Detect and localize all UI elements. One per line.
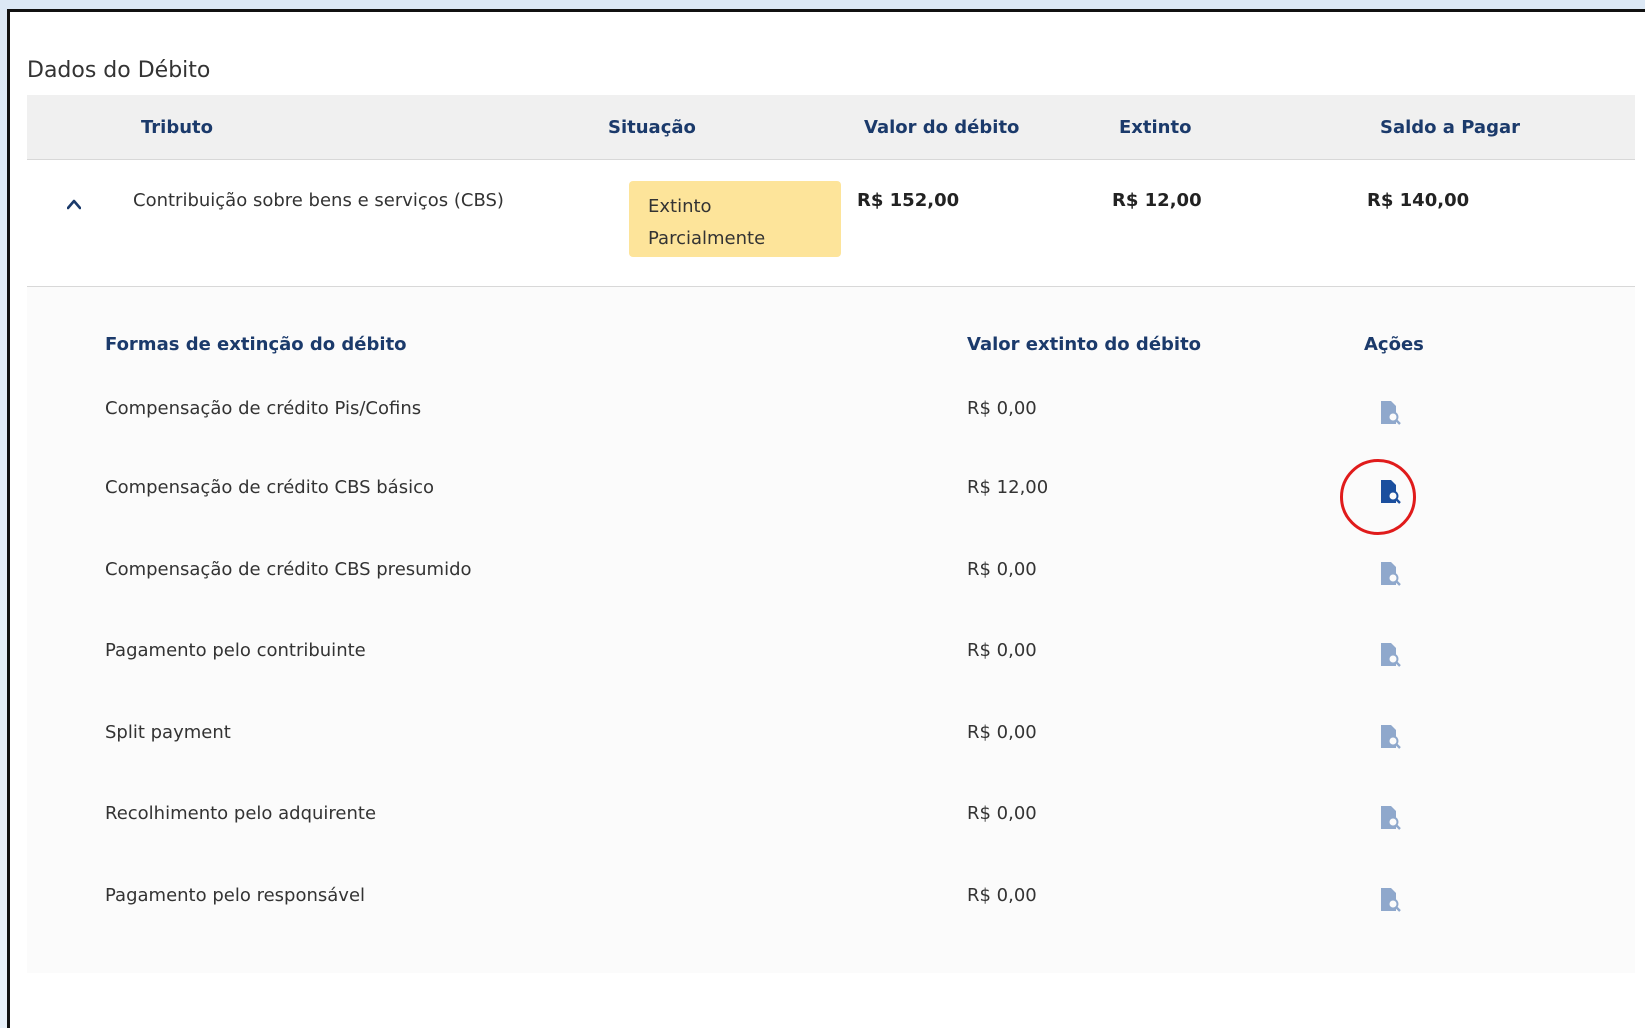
cell-extinto: R$ 12,00 — [1112, 190, 1202, 211]
detail-row-label: Compensação de crédito CBS básico — [105, 477, 435, 498]
detail-row: Compensação de crédito Pis/Cofins R$ 0,0… — [27, 398, 1635, 458]
detail-row: Pagamento pelo responsável R$ 0,00 — [27, 885, 1635, 945]
detail-row: Compensação de crédito CBS presumido R$ … — [27, 559, 1635, 619]
detail-row-value: R$ 0,00 — [967, 559, 1037, 580]
detail-row: Compensação de crédito CBS básico R$ 12,… — [27, 477, 1635, 537]
chevron-up-icon[interactable] — [67, 197, 81, 211]
detail-header-valor-extinto: Valor extinto do débito — [967, 334, 1202, 355]
detail-row-value: R$ 0,00 — [967, 885, 1037, 906]
detail-row-value: R$ 0,00 — [967, 640, 1037, 661]
header-situacao: Situação — [608, 117, 696, 138]
table-header: Tributo Situação Valor do débito Extinto… — [27, 95, 1635, 160]
detail-row-label: Compensação de crédito CBS presumido — [105, 559, 472, 580]
detail-row: Pagamento pelo contribuinte R$ 0,00 — [27, 640, 1635, 700]
detail-row-label: Recolhimento pelo adquirente — [105, 803, 377, 824]
header-extinto: Extinto — [1119, 117, 1192, 138]
document-search-icon[interactable] — [1379, 724, 1401, 750]
detail-row: Split payment R$ 0,00 — [27, 722, 1635, 782]
detail-row-value: R$ 12,00 — [967, 477, 1049, 498]
detail-panel: Formas de extinção do débito Valor extin… — [27, 287, 1635, 973]
document-search-icon[interactable] — [1379, 642, 1401, 668]
detail-row-value: R$ 0,00 — [967, 398, 1037, 419]
header-saldo-pagar: Saldo a Pagar — [1380, 117, 1520, 138]
detail-row-label: Pagamento pelo contribuinte — [105, 640, 366, 661]
document-search-icon[interactable] — [1379, 887, 1401, 913]
status-badge-line1: Extinto — [648, 196, 712, 217]
status-badge-line2: Parcialmente — [648, 228, 766, 249]
detail-row-value: R$ 0,00 — [967, 722, 1037, 743]
table-row: Contribuição sobre bens e serviços (CBS)… — [27, 160, 1635, 287]
document-search-icon[interactable] — [1379, 400, 1401, 426]
detail-header-formas: Formas de extinção do débito — [105, 334, 407, 355]
detail-row-value: R$ 0,00 — [967, 803, 1037, 824]
cell-saldo-pagar: R$ 140,00 — [1367, 190, 1470, 211]
detail-row: Recolhimento pelo adquirente R$ 0,00 — [27, 803, 1635, 863]
header-valor-debito: Valor do débito — [864, 117, 1020, 138]
page-frame: Dados do Débito Tributo Situação Valor d… — [7, 9, 1645, 1028]
cell-valor-debito: R$ 152,00 — [857, 190, 960, 211]
header-tributo: Tributo — [141, 117, 214, 138]
cell-tributo: Contribuição sobre bens e serviços (CBS) — [133, 190, 504, 211]
detail-row-label: Split payment — [105, 722, 231, 743]
document-search-icon[interactable] — [1379, 805, 1401, 831]
section-title: Dados do Débito — [27, 58, 211, 83]
document-search-icon[interactable] — [1379, 561, 1401, 587]
status-badge: Extinto Parcialmente — [629, 181, 841, 257]
document-search-icon[interactable] — [1379, 479, 1401, 505]
detail-row-label: Compensação de crédito Pis/Cofins — [105, 398, 422, 419]
detail-row-label: Pagamento pelo responsável — [105, 885, 366, 906]
detail-header-acoes: Ações — [1364, 334, 1424, 355]
